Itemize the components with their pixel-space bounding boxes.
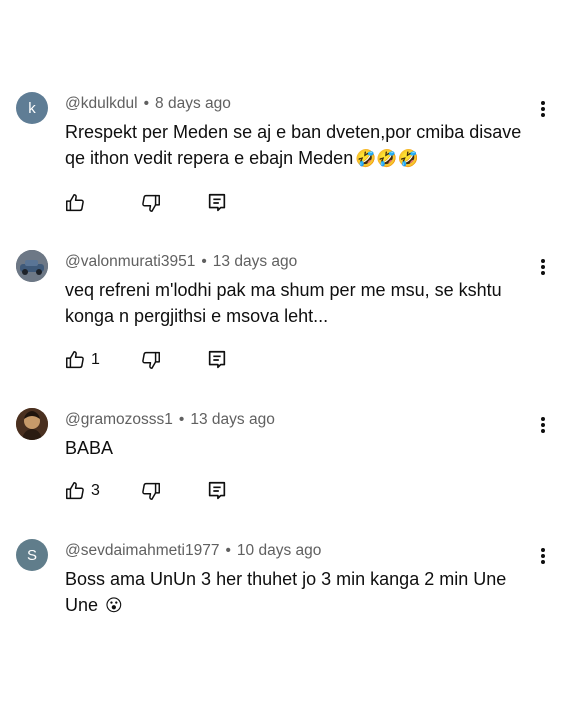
- comment-body: veq refreni m'lodhi pak ma shum per me m…: [65, 280, 502, 326]
- comment-meta: @gramozosss1 • 13 days ago: [65, 411, 275, 429]
- dislike-button[interactable]: [140, 348, 162, 372]
- person-photo-icon: [16, 408, 48, 440]
- comment-body: Rrespekt per Meden se aj e ban dveten,po…: [65, 122, 522, 168]
- more-options-button[interactable]: [536, 98, 550, 120]
- meta-separator: •: [225, 542, 231, 559]
- more-vert-icon: [541, 101, 545, 105]
- comment-text: Boss ama UnUn 3 her thuhet jo 3 min kang…: [65, 566, 535, 619]
- comment-text: Rrespekt per Meden se aj e ban dveten,po…: [65, 119, 535, 172]
- comment-body: BABA: [65, 438, 114, 458]
- comment-author[interactable]: @gramozosss1: [65, 411, 173, 428]
- comment-age[interactable]: 10 days ago: [237, 542, 321, 559]
- comment-meta: @kdulkdul • 8 days ago: [65, 95, 231, 113]
- avatar-letter: S: [26, 546, 37, 564]
- dislike-button[interactable]: [140, 479, 162, 503]
- more-vert-icon: [541, 417, 545, 421]
- comment-age[interactable]: 13 days ago: [190, 411, 274, 428]
- thumb-up-icon: [66, 351, 84, 369]
- like-button[interactable]: 1: [64, 348, 100, 372]
- comment-actions: 3: [64, 479, 264, 503]
- comment-text: veq refreni m'lodhi pak ma shum per me m…: [65, 277, 535, 329]
- comment-author[interactable]: @valonmurati3951: [65, 253, 195, 270]
- comment-author[interactable]: @kdulkdul: [65, 95, 138, 112]
- more-vert-icon-dot: [541, 429, 545, 433]
- more-vert-icon-dot: [541, 423, 545, 427]
- car-photo-icon: [16, 250, 48, 282]
- comment-meta: @valonmurati3951 • 13 days ago: [65, 253, 297, 271]
- comment-age[interactable]: 13 days ago: [213, 253, 297, 270]
- like-count: 3: [91, 482, 100, 499]
- more-vert-icon-dot: [541, 560, 545, 564]
- reply-button[interactable]: [206, 479, 228, 503]
- more-vert-icon-dot: [541, 265, 545, 269]
- meta-separator: •: [143, 95, 150, 112]
- more-vert-icon: [541, 548, 545, 552]
- comment-body: Boss ama UnUn 3 her thuhet jo 3 min kang…: [65, 569, 507, 615]
- comment-emoji: 😮: [105, 596, 123, 615]
- comment-age[interactable]: 8 days ago: [155, 95, 231, 112]
- comment-actions: 1: [64, 348, 264, 372]
- avatar[interactable]: S: [16, 539, 48, 571]
- comment-author[interactable]: @sevdaimahmeti1977: [65, 542, 219, 559]
- meta-separator: •: [178, 411, 185, 428]
- comment-text: BABA: [65, 435, 535, 461]
- thumb-down-icon: [142, 482, 160, 500]
- avatar-letter: k: [28, 99, 36, 117]
- thumb-down-icon: [142, 194, 160, 212]
- reply-comment-icon: [208, 481, 226, 500]
- more-vert-icon-dot: [541, 271, 545, 275]
- avatar[interactable]: [16, 250, 48, 282]
- comment-actions: [64, 191, 264, 215]
- reply-button[interactable]: [206, 348, 228, 372]
- more-vert-icon-dot: [541, 107, 545, 111]
- more-options-button[interactable]: [536, 414, 550, 436]
- like-count: 1: [91, 351, 100, 368]
- more-vert-icon-dot: [541, 113, 545, 117]
- like-button[interactable]: [64, 191, 86, 215]
- reply-comment-icon: [208, 350, 226, 369]
- more-options-button[interactable]: [536, 545, 550, 567]
- like-button[interactable]: 3: [64, 479, 100, 503]
- more-vert-icon-dot: [541, 554, 545, 558]
- avatar[interactable]: k: [16, 92, 48, 124]
- comment-meta: @sevdaimahmeti1977 • 10 days ago: [65, 542, 321, 560]
- reply-button[interactable]: [206, 191, 228, 215]
- meta-separator: •: [201, 253, 207, 270]
- more-vert-icon: [541, 259, 545, 263]
- avatar[interactable]: [16, 408, 48, 440]
- thumb-down-icon: [142, 351, 160, 369]
- thumb-up-icon: [66, 194, 84, 212]
- dislike-button[interactable]: [140, 191, 162, 215]
- reply-comment-icon: [208, 193, 226, 212]
- thumb-up-icon: [66, 482, 84, 500]
- comment-emoji: 🤣🤣🤣: [355, 149, 419, 168]
- more-options-button[interactable]: [536, 256, 550, 278]
